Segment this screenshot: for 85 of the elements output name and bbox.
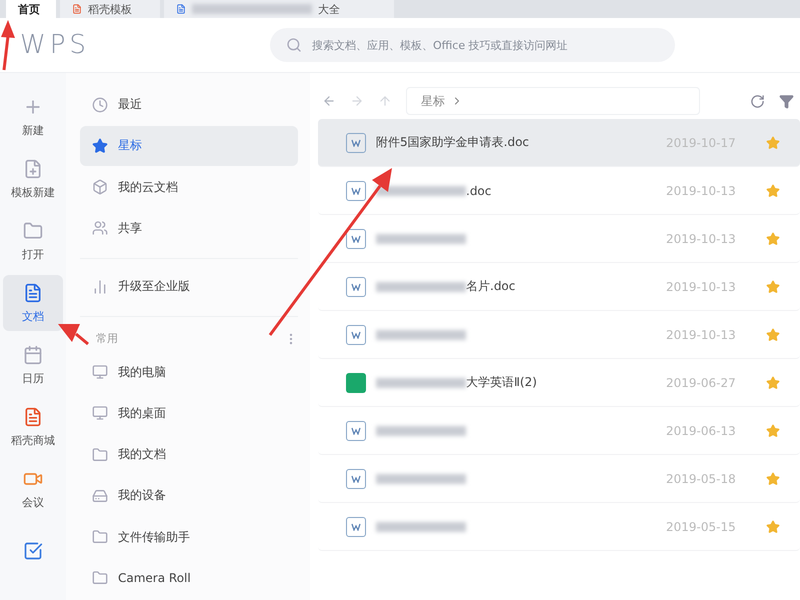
- location-item[interactable]: Camera Roll: [80, 558, 298, 598]
- star-icon[interactable]: [766, 376, 780, 390]
- rail-item[interactable]: 日历: [3, 337, 63, 393]
- people-icon: [92, 220, 108, 236]
- file-name: 附件5国家助学金申请表.doc: [376, 134, 530, 151]
- star-icon[interactable]: [766, 232, 780, 246]
- search-placeholder: 搜索文档、应用、模板、Office 技巧或直接访问网址: [312, 38, 568, 52]
- location-item[interactable]: 我的文档: [80, 434, 298, 474]
- clock-icon: [92, 96, 108, 113]
- nav-item[interactable]: 我的云文档: [80, 168, 298, 207]
- tab-label: 稻壳模板: [88, 2, 132, 16]
- up-icon[interactable]: [378, 94, 392, 108]
- star-icon[interactable]: [766, 520, 780, 534]
- nav-item[interactable]: 最近: [80, 85, 298, 124]
- rail-item[interactable]: 新建: [3, 89, 63, 145]
- file-date: 2019-06-27: [666, 376, 737, 390]
- file-date: 2019-05-15: [666, 520, 737, 534]
- file-name: .doc: [466, 184, 492, 198]
- annotation-arrow: [58, 324, 89, 346]
- tab-label: 大全: [318, 2, 340, 16]
- star-icon: [92, 138, 108, 154]
- star-icon[interactable]: [766, 184, 780, 198]
- file-row[interactable]: 名片.doc 2019-10-13: [318, 263, 800, 311]
- breadcrumb[interactable]: 星标: [406, 87, 700, 115]
- file-date: 2019-10-13: [666, 232, 737, 246]
- section-title: 常用: [96, 331, 118, 348]
- doc-icon: [23, 282, 43, 302]
- file-date: 2019-10-13: [666, 328, 737, 342]
- file-date: 2019-10-13: [666, 280, 737, 294]
- spreadsheet-file-icon: [346, 372, 366, 392]
- location-item[interactable]: 文件传输助手: [80, 518, 298, 557]
- file-row[interactable]: 大学英语Ⅱ(2) 2019-06-27: [318, 359, 800, 407]
- tab[interactable]: 首页: [6, 0, 56, 18]
- forward-icon[interactable]: [350, 94, 364, 108]
- logo: WPS: [20, 30, 90, 60]
- check-icon: [23, 541, 43, 561]
- chart-icon: [92, 278, 108, 295]
- monitor-icon: [92, 364, 108, 380]
- document-icon: [176, 4, 186, 14]
- file-name: 名片.doc: [466, 278, 516, 295]
- cloud-icon: [92, 179, 108, 196]
- annotation-arrow: [1, 20, 15, 70]
- folder-icon: [92, 529, 108, 546]
- tab[interactable]: 大全: [164, 0, 394, 18]
- location-item[interactable]: 我的设备: [80, 476, 298, 516]
- tab-label: 首页: [18, 2, 40, 16]
- star-icon[interactable]: [766, 424, 780, 438]
- nav-item[interactable]: 星标: [80, 126, 298, 166]
- word-file-icon: [346, 228, 366, 248]
- rail-item[interactable]: 模板新建: [3, 151, 63, 207]
- device-icon: [92, 488, 108, 504]
- location-item[interactable]: 我的电脑: [80, 352, 298, 392]
- word-file-icon: [346, 180, 366, 200]
- rail-item[interactable]: 打开: [3, 213, 63, 269]
- word-file-icon: [346, 420, 366, 440]
- word-file-icon: [346, 324, 366, 344]
- file-date: 2019-05-18: [666, 472, 737, 486]
- monitor-icon: [92, 405, 108, 422]
- calendar-icon: [23, 344, 43, 364]
- location-item[interactable]: 我的桌面: [80, 394, 298, 433]
- folder-icon: [92, 446, 108, 463]
- rail-item[interactable]: 稻壳商城: [3, 399, 63, 455]
- filter-icon[interactable]: [779, 94, 794, 108]
- tab[interactable]: 稻壳模板: [60, 0, 160, 18]
- star-icon[interactable]: [766, 328, 780, 342]
- folder-icon: [92, 570, 108, 586]
- word-file-icon: [346, 468, 366, 488]
- search-icon: [286, 37, 302, 53]
- file-date: 2019-06-13: [666, 424, 737, 438]
- word-file-icon: [346, 132, 366, 152]
- star-icon[interactable]: [766, 136, 780, 150]
- rail-item[interactable]: 文档: [3, 275, 63, 331]
- word-file-icon: [346, 276, 366, 296]
- back-icon[interactable]: [322, 94, 336, 108]
- folder-icon: [23, 220, 43, 240]
- star-icon[interactable]: [766, 472, 780, 486]
- template-icon: [23, 158, 43, 178]
- star-icon[interactable]: [766, 280, 780, 294]
- nav-item[interactable]: 共享: [80, 208, 298, 248]
- upgrade-item[interactable]: 升级至企业版: [80, 267, 298, 306]
- refresh-icon[interactable]: [750, 94, 765, 108]
- word-file-icon: [346, 516, 366, 536]
- rail-item[interactable]: 会议: [3, 461, 63, 517]
- file-name: 大学英语Ⅱ(2): [466, 374, 537, 391]
- file-date: 2019-10-13: [666, 184, 737, 198]
